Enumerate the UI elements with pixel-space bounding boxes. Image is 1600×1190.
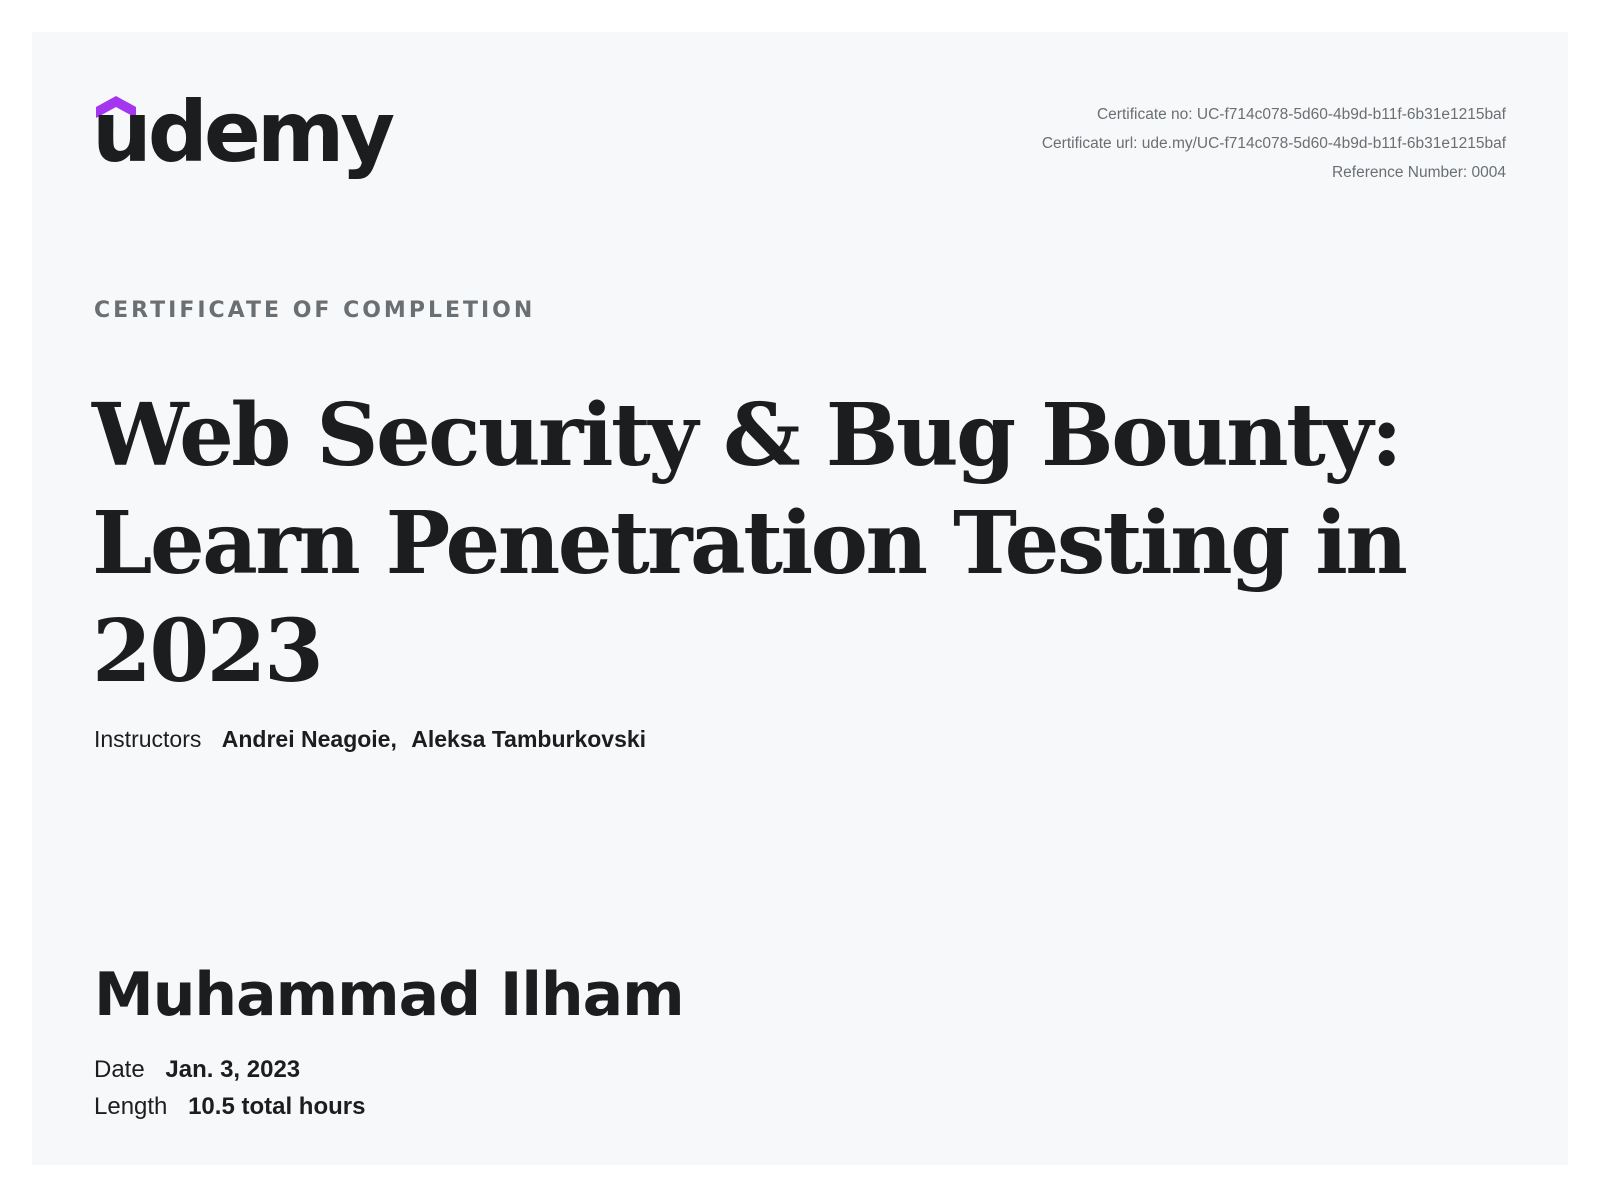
date-label: Date (94, 1056, 145, 1083)
certificate-url: Certificate url: ude.my/UC-f714c078-5d60… (1041, 135, 1506, 152)
instructors-label: Instructors (94, 726, 202, 752)
instructor-name: Aleksa Tamburkovski (411, 726, 647, 752)
certificate-meta: Certificate no: UC-f714c078-5d60-4b9d-b1… (1042, 100, 1506, 187)
instructor-name: Andrei Neagoie, (221, 726, 397, 752)
date-row: Date Jan. 3, 2023 (94, 1056, 300, 1084)
length-row: Length 10.5 total hours (94, 1093, 365, 1121)
reference-number: Reference Number: 0004 (1331, 164, 1506, 181)
certificate-heading: CERTIFICATE OF COMPLETION (94, 298, 536, 323)
course-title: Web Security & Bug Bounty: Learn Penetra… (92, 382, 1422, 706)
instructors: Instructors Andrei Neagoie, Aleksa Tambu… (94, 726, 646, 753)
certificate-number: Certificate no: UC-f714c078-5d60-4b9d-b1… (1096, 106, 1506, 123)
logo-wordmark: udemy (92, 83, 395, 181)
course-title-line: Learn Penetration Testing in (92, 493, 1408, 594)
certificate: udemy Certificate no: UC-f714c078-5d60-4… (32, 32, 1568, 1165)
recipient-name: Muhammad Ilham (94, 960, 685, 1030)
date-value: Jan. 3, 2023 (165, 1056, 301, 1083)
udemy-logo: udemy (92, 90, 395, 196)
length-value: 10.5 total hours (188, 1093, 366, 1120)
course-title-line: 2023 (92, 601, 324, 702)
course-title-line: Web Security & Bug Bounty: (92, 385, 1403, 486)
length-label: Length (94, 1093, 168, 1120)
